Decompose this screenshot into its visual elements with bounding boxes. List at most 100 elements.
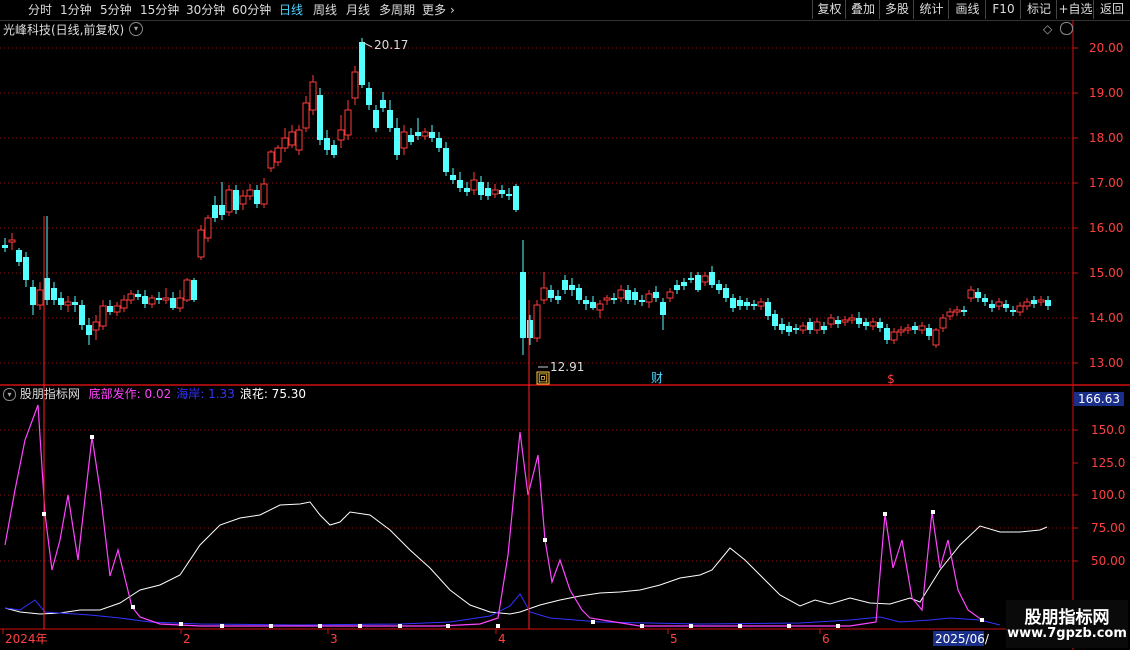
price-tick-label-5: 15.00: [1089, 266, 1123, 280]
toolbar-button-5[interactable]: F10: [985, 0, 1021, 19]
indicator-name: 股朋指标网: [19, 387, 80, 401]
period-tab-4[interactable]: 30分钟: [186, 2, 225, 18]
candle-4: [30, 280, 36, 315]
candle-body-116: [813, 321, 821, 331]
candle-body-22: [156, 298, 162, 300]
toolbar-button-1[interactable]: 叠加: [845, 0, 880, 19]
toolbar-button-3[interactable]: 统计: [913, 0, 949, 19]
candle-113: [793, 324, 799, 334]
candle-body-70: [491, 189, 499, 195]
indicator-dot-11: [543, 538, 547, 542]
candle-79: [555, 290, 561, 304]
period-tab-6[interactable]: 日线: [279, 2, 303, 18]
candle-30: [212, 196, 218, 222]
indicator-tick-label-0: 150.0: [1091, 423, 1125, 437]
candle-144: [1010, 306, 1016, 316]
candle-68: [478, 176, 484, 200]
chevron-down-icon[interactable]: ▾: [3, 388, 16, 401]
candle-126: [884, 324, 890, 344]
candle-body-18: [127, 293, 135, 301]
period-tab-9[interactable]: 多周期: [379, 2, 415, 18]
candle-body-16: [113, 305, 121, 313]
candle-body-63: [443, 148, 449, 172]
period-tab-5[interactable]: 60分钟: [232, 2, 271, 18]
candle-body-37: [260, 183, 268, 205]
candle-body-60: [421, 131, 429, 137]
candle-body-19: [135, 294, 141, 297]
candle-body-41: [288, 131, 296, 146]
candle-90: [632, 288, 638, 305]
candle-133: [932, 328, 940, 348]
candle-116: [813, 318, 821, 334]
indicator-dot-10: [496, 624, 500, 628]
diamond-icon[interactable]: ◇: [1043, 22, 1052, 36]
toolbar-button-4[interactable]: 画线: [948, 0, 986, 19]
candle-83: [583, 296, 589, 310]
toolbar-button-7[interactable]: +自选: [1056, 0, 1094, 19]
indicator-series-2: 浪花: 75.30: [239, 387, 307, 401]
settings-icon[interactable]: [1060, 22, 1073, 35]
chevron-right-icon[interactable]: ›: [450, 2, 455, 18]
candle-105: [737, 296, 743, 310]
candle-body-103: [723, 288, 729, 298]
period-tab-1[interactable]: 1分钟: [60, 2, 92, 18]
toolbar-button-8[interactable]: 返回: [1093, 0, 1130, 19]
candle-body-21: [148, 297, 156, 305]
time-axis-label-5: 6: [822, 632, 830, 646]
candle-138: [967, 286, 975, 302]
candle-142: [995, 298, 1003, 310]
candle-18: [127, 290, 135, 304]
candle-137: [961, 306, 967, 316]
candle-body-110: [772, 314, 778, 326]
candle-81: [569, 278, 575, 296]
time-axis-label-2: 3: [330, 632, 338, 646]
candle-body-29: [204, 217, 212, 239]
candle-66: [464, 182, 470, 196]
candle-115: [807, 318, 813, 334]
period-tab-8[interactable]: 月线: [346, 2, 370, 18]
candle-body-36: [254, 190, 260, 204]
period-tab-10[interactable]: 更多: [422, 2, 446, 18]
candle-body-148: [1037, 299, 1045, 303]
candle-21: [148, 295, 156, 308]
toolbar-button-6[interactable]: 标记: [1020, 0, 1057, 19]
candle-13: [92, 315, 100, 340]
candle-125: [877, 318, 883, 332]
chart-area: 20.00 19.00 18.00 17.00 16.00 15.00 14.00 13.00…: [0, 20, 1130, 650]
indicator-tick-label-1: 125.0: [1091, 456, 1125, 470]
indicator-dot-18: [883, 512, 887, 516]
candle-48: [337, 115, 345, 148]
period-tab-7[interactable]: 周线: [313, 2, 337, 18]
candle-body-66: [464, 188, 470, 192]
candle-117: [821, 322, 827, 334]
candle-131: [918, 322, 926, 334]
candle-82: [576, 284, 582, 304]
candle-body-136: [953, 309, 961, 313]
price-tick-label-1: 19.00: [1089, 86, 1123, 100]
candle-body-9: [64, 301, 72, 306]
indicator-dot-19: [931, 510, 935, 514]
period-tab-0[interactable]: 分时: [28, 2, 52, 18]
candle-8: [58, 292, 64, 310]
candle-body-14: [99, 305, 107, 327]
candle-body-107: [751, 304, 757, 306]
indicator-dot-17: [836, 624, 840, 628]
candle-body-141: [989, 304, 995, 308]
toolbar-button-2[interactable]: 多股: [879, 0, 914, 19]
candle-body-84: [590, 302, 596, 308]
candle-body-48: [337, 129, 345, 141]
chevron-down-icon[interactable]: ▾: [129, 22, 143, 36]
candle-body-115: [807, 322, 813, 330]
price-tick-label-7: 13.00: [1089, 356, 1123, 370]
period-tab-2[interactable]: 5分钟: [100, 2, 132, 18]
candle-body-122: [856, 318, 862, 324]
candle-120: [841, 316, 849, 326]
candle-1: [8, 233, 16, 250]
candle-118: [827, 314, 835, 328]
toolbar-button-0[interactable]: 复权: [812, 0, 846, 19]
candle-91: [639, 295, 645, 306]
candle-34: [239, 190, 247, 210]
candle-body-112: [786, 326, 792, 332]
period-tab-3[interactable]: 15分钟: [140, 2, 179, 18]
candle-body-38: [267, 151, 275, 169]
